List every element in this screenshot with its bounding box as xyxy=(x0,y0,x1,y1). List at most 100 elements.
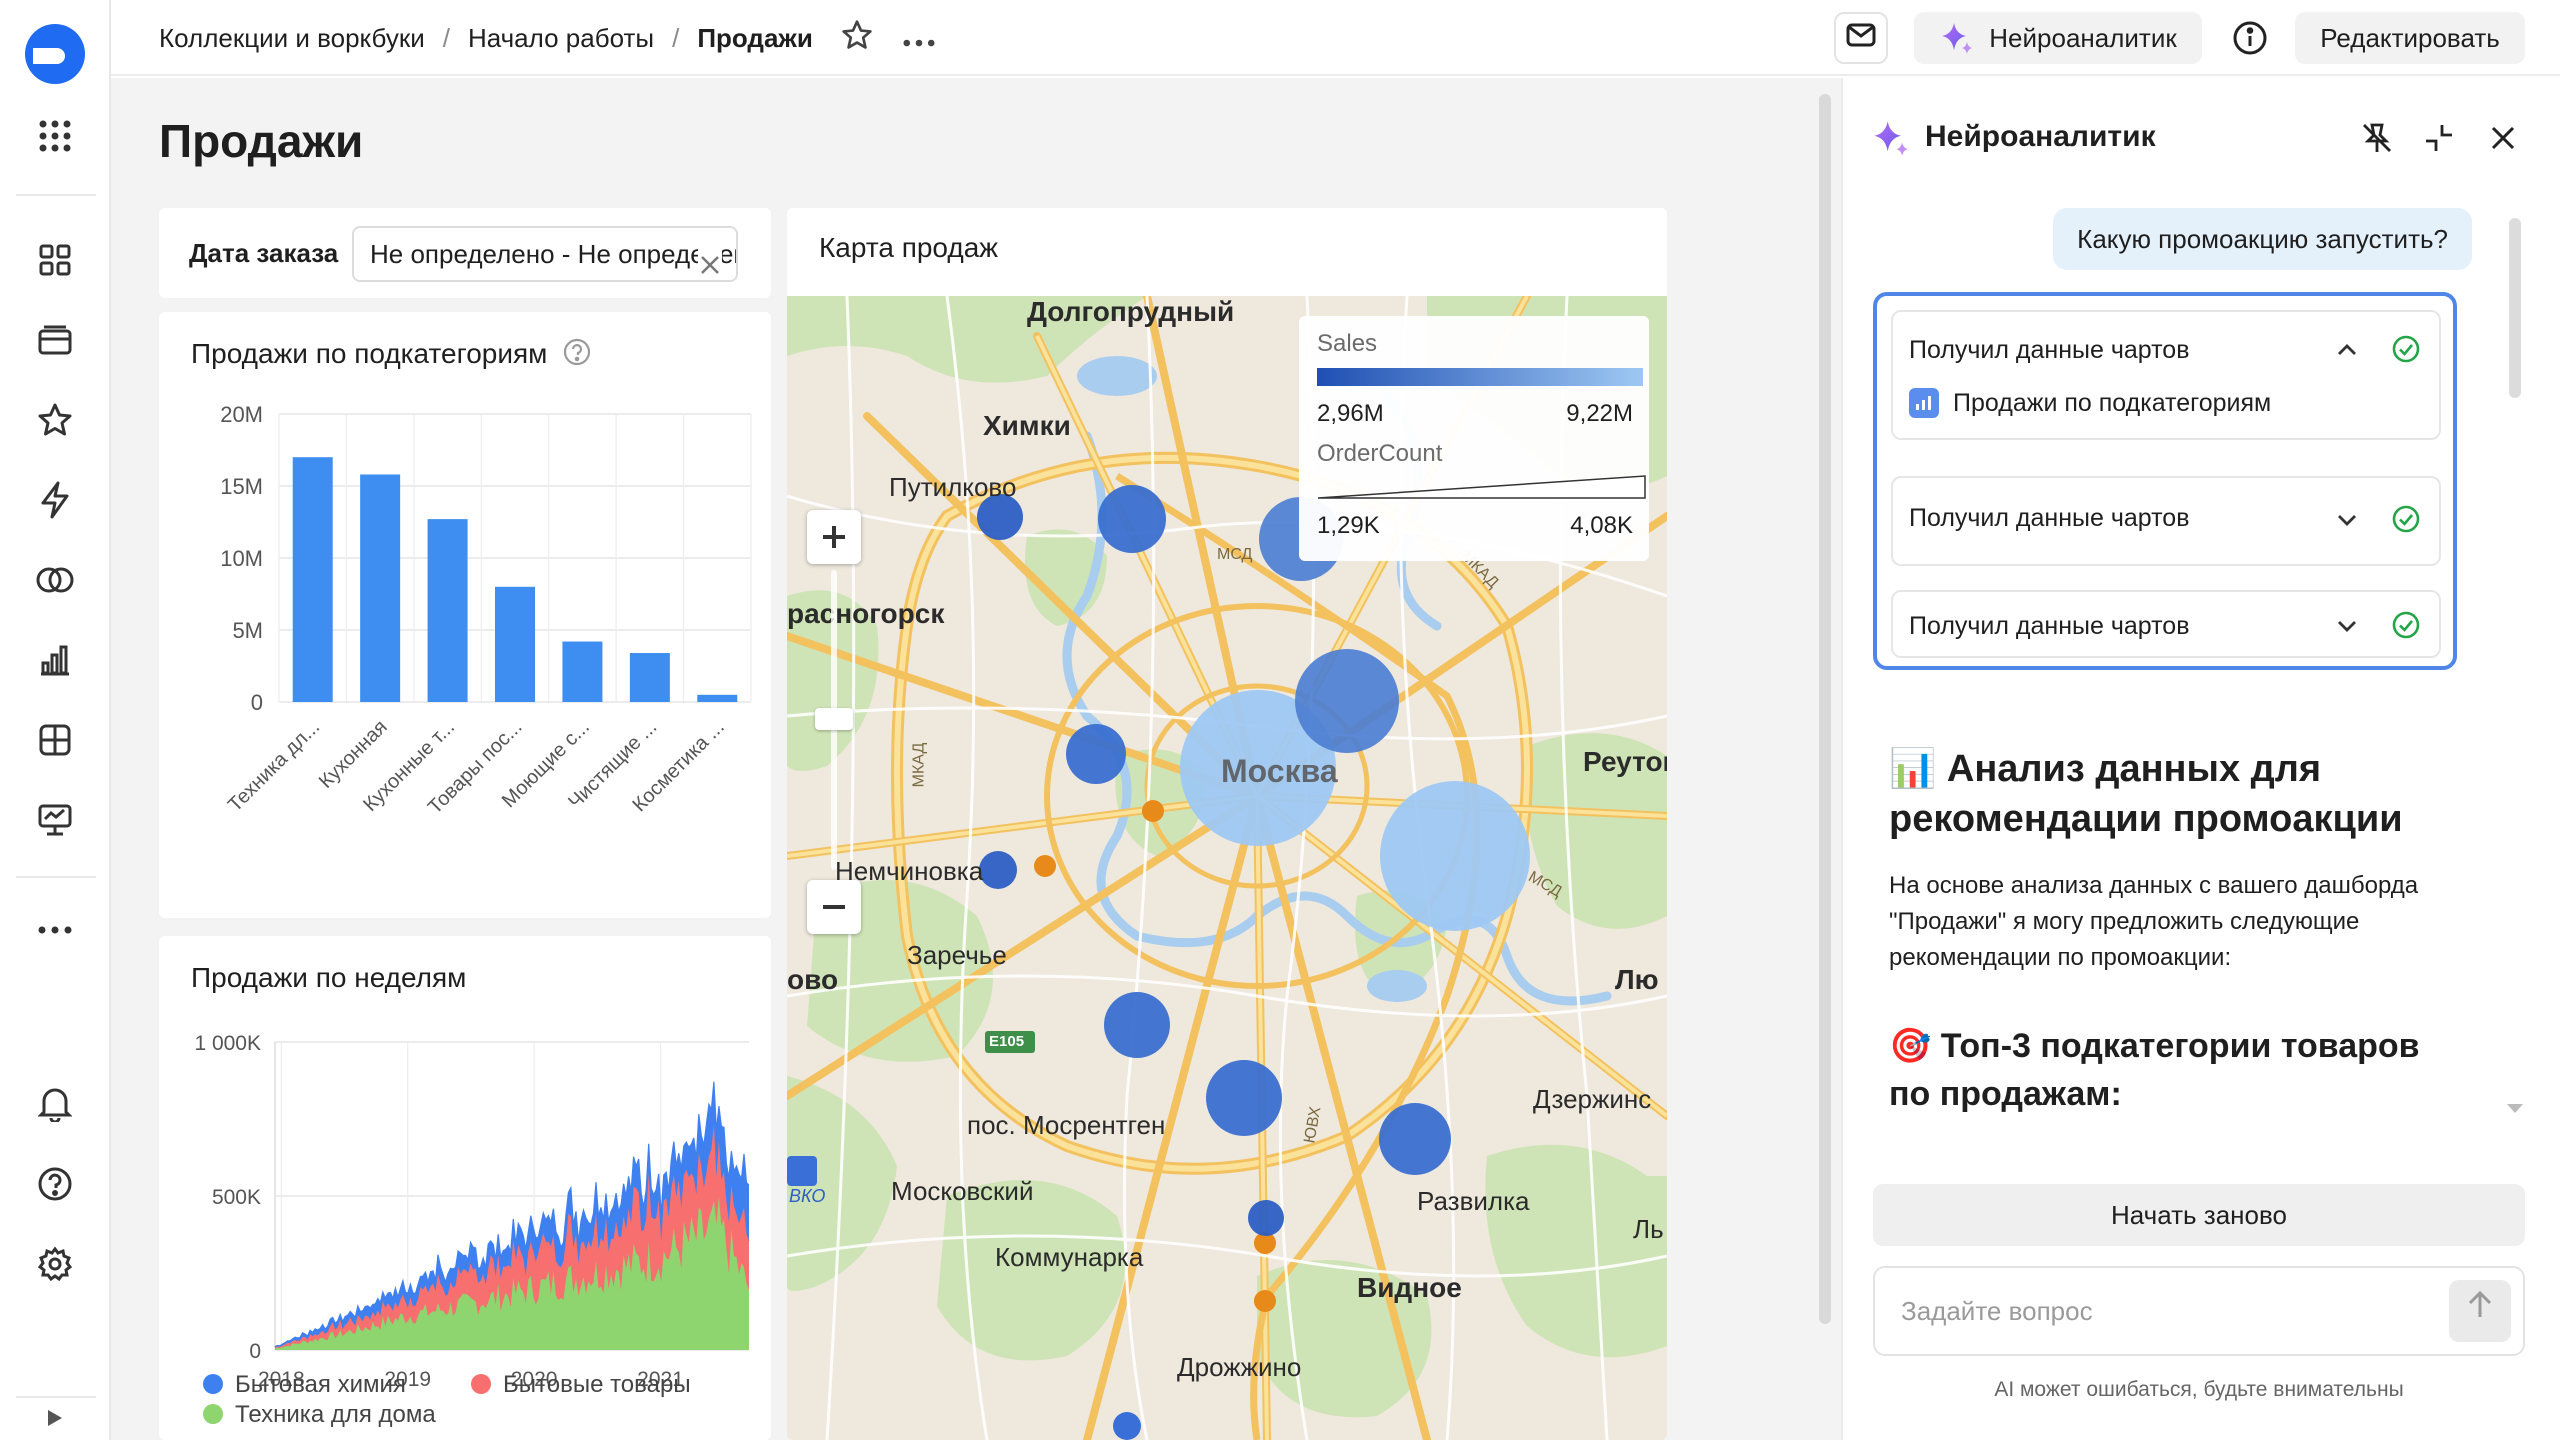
map-title: Карта продаж xyxy=(819,232,999,263)
tool-call-item[interactable]: Получил данные чартов xyxy=(1891,590,2441,658)
area-chart: 0500K1 000K2018 2019 2020 2021Бытовая химия… xyxy=(194,1032,750,1428)
breadcrumb-getting-started[interactable]: Начало работы xyxy=(468,23,654,54)
tool-call-item[interactable]: Получил данные чартов Продажи по подкате… xyxy=(1891,310,2441,440)
place-label: Путилково xyxy=(889,472,1017,502)
place-label: Москва xyxy=(1221,753,1338,789)
favorites-star-icon[interactable] xyxy=(31,396,79,444)
rail-divider xyxy=(16,194,96,196)
tool-call-item[interactable]: Получил данные чартов xyxy=(1891,476,2441,566)
info-icon[interactable] xyxy=(2225,12,2275,64)
map-view[interactable]: Долгопрудный Химки Путилково расногорск … xyxy=(787,292,1667,1440)
user-message: Какую промоакцию запустить? xyxy=(2053,208,2472,270)
scrollbar-thumb[interactable] xyxy=(1819,94,1831,1324)
place-label: ово xyxy=(787,964,839,995)
notifications-bell-icon[interactable] xyxy=(31,1080,79,1128)
legend-sales-max: 9,22M xyxy=(1566,400,1633,427)
y-tick-label: 0 xyxy=(249,1340,261,1363)
more-dots-icon[interactable] xyxy=(31,906,79,954)
dashboard-area: Продажи Дата заказа Не определено - Не о… xyxy=(111,78,1811,1440)
breadcrumb-collections[interactable]: Коллекции и воркбуки xyxy=(159,23,425,54)
map-legend: Sales 2,96M 9,22M OrderCount 1,29K 4,08K xyxy=(1299,316,1649,561)
lightning-icon[interactable] xyxy=(31,476,79,524)
place-label: Реутов xyxy=(1583,746,1667,777)
y-tick-label: 5M xyxy=(232,618,263,643)
dashboard-scrollbar[interactable] xyxy=(1811,78,1841,1440)
tool-call-label: Получил данные чартов xyxy=(1909,336,2190,364)
tool-call-chart-ref[interactable]: Продажи по подкатегориям xyxy=(1909,388,2271,418)
road-label: ЮВХ xyxy=(1301,1105,1325,1145)
y-tick-label: 0 xyxy=(251,690,263,715)
edit-button[interactable]: Редактировать xyxy=(2295,12,2525,64)
question-input[interactable]: Задайте вопрос xyxy=(1873,1266,2525,1356)
chevron-up-icon[interactable] xyxy=(2335,338,2359,362)
clear-filter-icon[interactable] xyxy=(698,242,722,274)
scroll-down-icon[interactable] xyxy=(2505,1098,2525,1118)
zoom-out-button[interactable] xyxy=(807,880,861,934)
chart-ref-name: Продажи по подкатегориям xyxy=(1953,388,2272,417)
sales-map-card: Карта продаж Долгопрудный Химки Путилков… xyxy=(787,208,1667,1440)
rail-divider xyxy=(16,1396,96,1398)
top-header: Коллекции и воркбуки / Начало работы / П… xyxy=(111,0,2560,76)
settings-gear-icon[interactable] xyxy=(31,1240,79,1288)
filter-label: Дата заказа xyxy=(189,238,339,268)
breadcrumb-separator: / xyxy=(672,22,680,53)
arrow-up-icon xyxy=(2467,1268,2493,1354)
datalens-logo-icon[interactable] xyxy=(23,22,87,86)
help-question-icon[interactable] xyxy=(31,1160,79,1208)
left-rail xyxy=(0,0,111,1440)
filter-value: Не определено - Не определено xyxy=(370,239,738,269)
connections-rings-icon[interactable] xyxy=(31,556,79,604)
bar xyxy=(292,457,333,702)
legend-label: Бытовые товары xyxy=(503,1371,691,1398)
more-actions-icon[interactable] xyxy=(903,23,935,54)
weekly-sales-chart-card: Продажи по неделям 0 500K 1 000K 2018 2019 20… xyxy=(159,936,771,1440)
answer-heading: 📊 Анализ данных для рекомендации промоак… xyxy=(1889,748,2403,840)
dashboards-grid-icon[interactable] xyxy=(31,236,79,284)
collapse-icon[interactable] xyxy=(2419,118,2459,158)
legend-marker xyxy=(203,1404,223,1424)
restart-button[interactable]: Начать заново xyxy=(1873,1184,2525,1246)
legend-count-title: OrderCount xyxy=(1317,440,1443,467)
date-filter-input[interactable]: Не определено - Не определено xyxy=(352,226,738,282)
place-label: Московский xyxy=(891,1176,1034,1206)
date-filter-card: Дата заказа Не определено - Не определен… xyxy=(159,208,771,298)
chevron-down-icon[interactable] xyxy=(2335,508,2359,532)
send-button[interactable] xyxy=(2449,1280,2511,1342)
map-zoom-control xyxy=(807,510,861,934)
chevron-down-icon[interactable] xyxy=(2335,614,2359,638)
legend-count-wedge xyxy=(1317,475,1646,499)
apps-grid-icon[interactable] xyxy=(31,112,79,160)
charts-bars-icon[interactable] xyxy=(31,636,79,684)
neuroanalyst-button[interactable]: Нейроаналитик xyxy=(1914,12,2202,64)
close-icon[interactable] xyxy=(2483,118,2523,158)
chart-bars-icon xyxy=(1909,388,1939,418)
x-tick-label: Техника дл... xyxy=(224,716,324,816)
success-check-icon xyxy=(2391,334,2421,364)
favorite-star-icon[interactable] xyxy=(841,19,873,58)
neuroanalyst-label: Нейроаналитик xyxy=(1989,22,2177,53)
legend-count-min: 1,29K xyxy=(1317,512,1380,539)
zoom-slider-handle[interactable] xyxy=(815,708,853,730)
reports-monitor-icon[interactable] xyxy=(31,796,79,844)
ai-disclaimer: AI может ошибаться, будьте внимательны xyxy=(1994,1378,2404,1401)
success-check-icon xyxy=(2391,504,2421,534)
bar xyxy=(495,586,535,702)
road-label: МСД xyxy=(1525,868,1565,901)
y-tick-label: 15M xyxy=(220,474,263,499)
y-tick-label: 500K xyxy=(212,1186,261,1209)
y-tick-label: 10M xyxy=(220,546,263,571)
road-label: МСД xyxy=(1217,546,1253,563)
place-label: Химки xyxy=(983,410,1071,441)
panel-scrollbar-thumb[interactable] xyxy=(2509,218,2521,398)
unpin-icon[interactable] xyxy=(2357,118,2397,158)
legend-count-max: 4,08K xyxy=(1570,512,1633,539)
datasets-table-icon[interactable] xyxy=(31,716,79,764)
subcategory-sales-chart-card: Продажи по подкатегориям 0 5M 10M 15M 20M Тех… xyxy=(159,312,771,918)
expand-rail-icon[interactable] xyxy=(31,1400,79,1436)
legend-marker xyxy=(203,1374,223,1394)
collections-icon[interactable] xyxy=(31,316,79,364)
place-label: Лю xyxy=(1615,964,1659,995)
road-label: МКАД xyxy=(910,742,928,788)
zoom-in-button[interactable] xyxy=(807,510,861,564)
mail-button[interactable] xyxy=(1834,12,1888,64)
